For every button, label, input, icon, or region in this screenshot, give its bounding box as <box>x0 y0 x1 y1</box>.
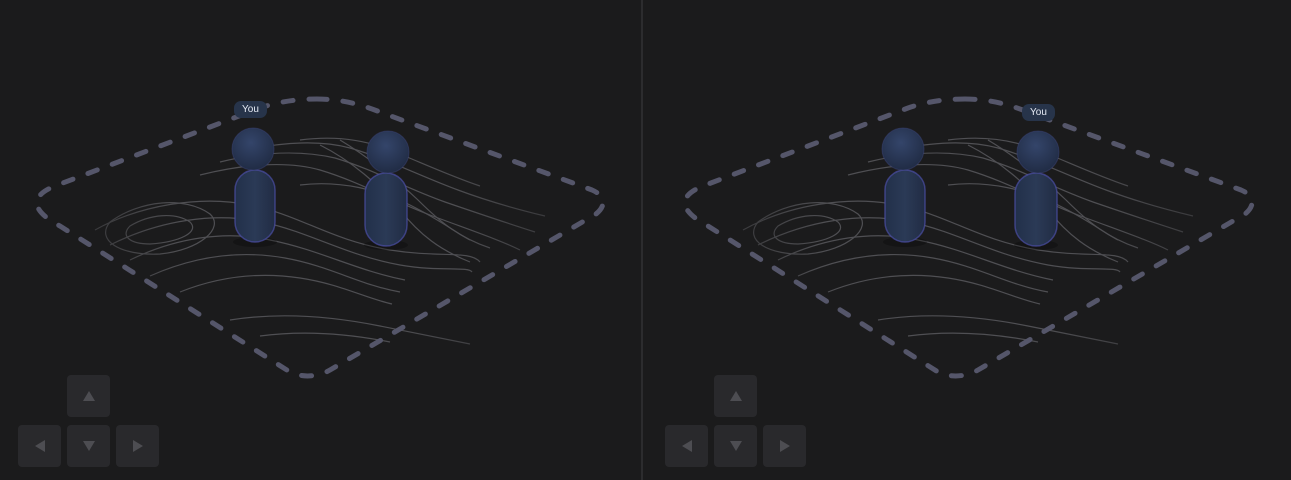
right-viewport: You <box>643 0 1291 480</box>
arrow-down-icon <box>729 441 742 451</box>
play-area-boundary <box>34 96 606 379</box>
player-avatar <box>231 127 277 247</box>
move-up-button[interactable] <box>67 375 110 417</box>
move-left-button[interactable] <box>18 425 61 467</box>
arrow-right-icon <box>779 440 790 452</box>
arrow-right-icon <box>132 440 143 452</box>
player-name-tag: You <box>1022 104 1055 121</box>
dpad-controls <box>18 375 162 469</box>
arrow-left-icon <box>681 440 692 452</box>
other-player-avatar <box>364 130 410 250</box>
arrow-down-icon <box>82 441 95 451</box>
play-area-boundary <box>682 96 1255 379</box>
terrain-contours <box>94 137 546 345</box>
arrow-left-icon <box>34 440 45 452</box>
arrow-up-icon <box>729 391 742 401</box>
move-up-button[interactable] <box>714 375 757 417</box>
move-right-button[interactable] <box>763 425 806 467</box>
player-name-tag: You <box>234 101 267 118</box>
other-player-avatar <box>881 127 927 247</box>
arrow-up-icon <box>82 391 95 401</box>
dpad-controls <box>665 375 809 469</box>
move-right-button[interactable] <box>116 425 159 467</box>
move-left-button[interactable] <box>665 425 708 467</box>
player-avatar <box>1014 130 1060 250</box>
move-down-button[interactable] <box>714 425 757 467</box>
split-screen: You You <box>0 0 1291 480</box>
left-viewport: You <box>0 0 641 480</box>
move-down-button[interactable] <box>67 425 110 467</box>
terrain-contours <box>742 137 1194 345</box>
